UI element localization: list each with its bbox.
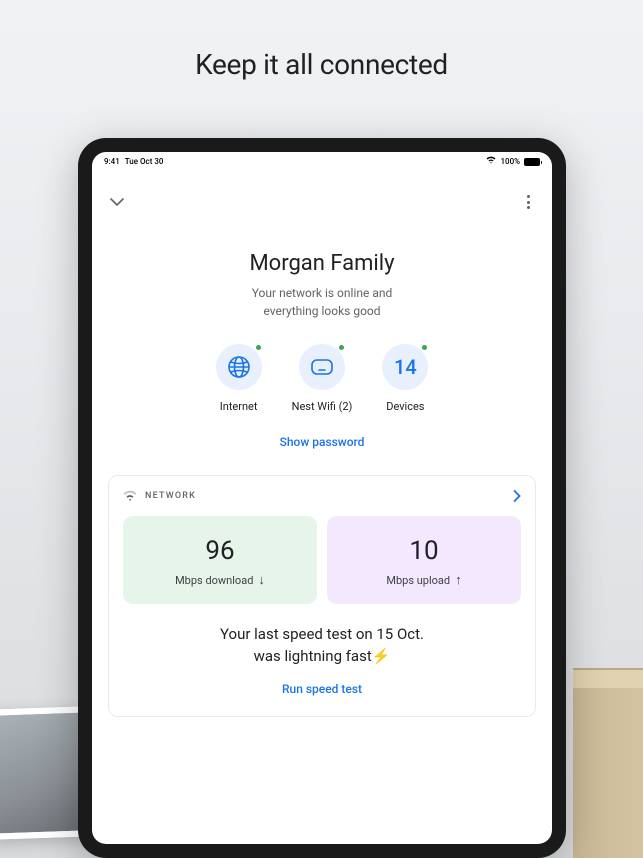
run-speed-test-button[interactable]: Run speed test [123, 682, 521, 696]
battery-icon [524, 158, 540, 166]
tablet-screen: 9:41 Tue Oct 30 100% Morgan Family Your … [92, 152, 552, 844]
upload-speed-box: 10 Mbps upload ↑ [327, 516, 521, 604]
device-count: 14 [394, 355, 417, 379]
chevron-down-icon [110, 198, 124, 206]
download-speed-box: 96 Mbps download ↓ [123, 516, 317, 604]
wifi-icon [486, 156, 496, 167]
status-label: Devices [386, 400, 424, 413]
status-dot-online [254, 343, 263, 352]
status-dot-online [337, 343, 346, 352]
status-label: Nest Wifi (2) [292, 400, 353, 413]
upload-value: 10 [337, 536, 511, 566]
globe-icon [226, 354, 252, 380]
status-label: Internet [220, 400, 258, 413]
wifi-signal-icon [123, 490, 137, 502]
chevron-right-icon [513, 490, 521, 502]
status-date: Tue Oct 30 [125, 157, 164, 166]
speed-test-message: Your last speed test on 15 Oct. was ligh… [123, 624, 521, 668]
devices-status-item[interactable]: 14 Devices [382, 344, 428, 413]
battery-percent: 100% [500, 157, 520, 166]
network-name: Morgan Family [92, 251, 552, 276]
status-time: 9:41 [104, 157, 120, 166]
collapse-button[interactable] [110, 195, 124, 209]
app-header [92, 169, 552, 223]
background-cabinet [573, 668, 643, 858]
download-value: 96 [133, 536, 307, 566]
router-status-item[interactable]: Nest Wifi (2) [292, 344, 353, 413]
internet-status-item[interactable]: Internet [216, 344, 262, 413]
network-card: NETWORK 96 Mbps download ↓ 10 M [108, 475, 536, 717]
show-password-button[interactable]: Show password [92, 435, 552, 449]
card-header-label: NETWORK [145, 491, 196, 501]
card-header[interactable]: NETWORK [123, 490, 521, 502]
arrow-down-icon: ↓ [258, 572, 265, 588]
status-dot-online [420, 343, 429, 352]
upload-label: Mbps upload [386, 574, 450, 587]
status-icons-row: Internet Nest Wifi (2) 14 Devices [92, 344, 552, 413]
more-menu-button[interactable] [523, 191, 534, 213]
status-bar: 9:41 Tue Oct 30 100% [92, 152, 552, 169]
promo-title: Keep it all connected [0, 0, 643, 81]
router-icon [309, 357, 335, 377]
download-label: Mbps download [175, 574, 253, 587]
arrow-up-icon: ↑ [455, 572, 462, 588]
tablet-frame: 9:41 Tue Oct 30 100% Morgan Family Your … [78, 138, 566, 858]
network-status-text: Your network is online and everything lo… [92, 284, 552, 320]
